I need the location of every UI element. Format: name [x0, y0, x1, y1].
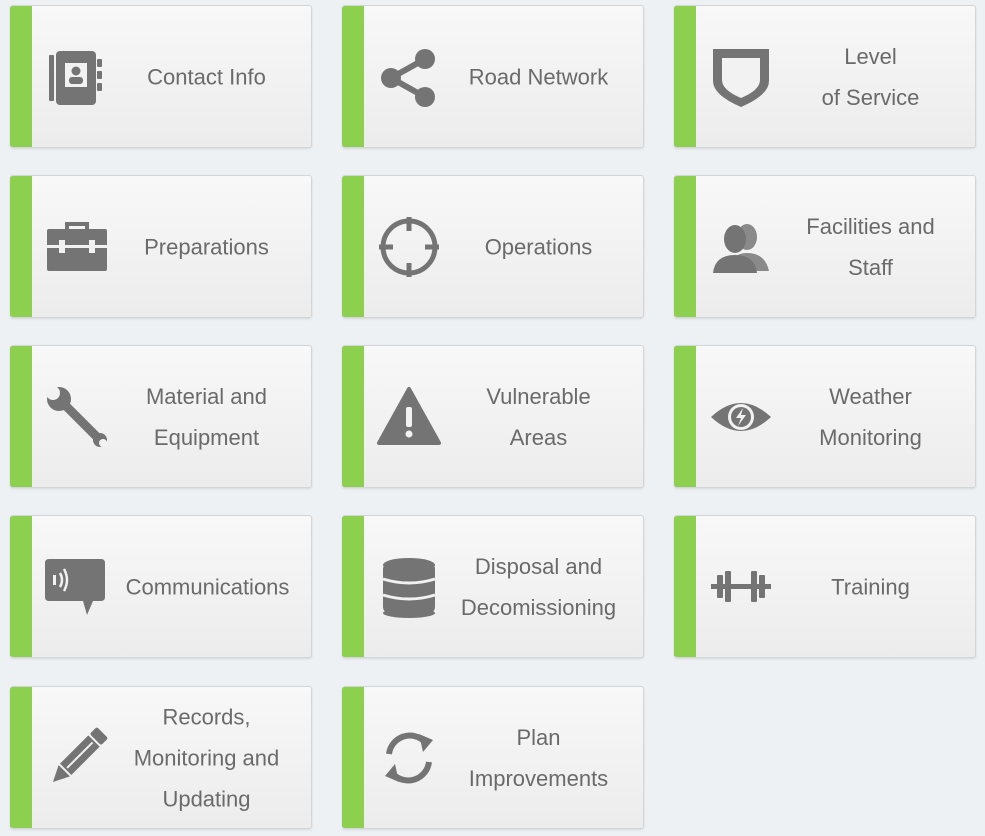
tile-label: Disposal and Decomissioning — [460, 553, 617, 620]
tile-training[interactable]: Training — [674, 515, 976, 658]
tile-accent-bar — [10, 346, 32, 487]
wrench-icon — [44, 384, 110, 450]
tile-accent-bar — [10, 516, 32, 657]
tile-plan-improvements[interactable]: Plan Improvements — [342, 686, 644, 829]
refresh-icon — [376, 725, 442, 791]
address-book-icon — [44, 44, 110, 110]
tile-label: Preparations — [144, 234, 269, 259]
database-icon — [376, 554, 442, 620]
users-icon — [708, 214, 774, 280]
pencil-icon — [44, 725, 110, 791]
tile-label: Contact Info — [147, 64, 266, 89]
tile-facilities-and-staff[interactable]: Facilities and Staff — [674, 175, 976, 318]
tile-label: Material and Equipment — [145, 383, 268, 450]
tile-label: Communications — [125, 574, 290, 599]
tile-level-of-service[interactable]: Level of Service — [674, 5, 976, 148]
tile-accent-bar — [674, 176, 696, 317]
warning-icon — [376, 384, 442, 450]
tile-preparations[interactable]: Preparations — [10, 175, 312, 318]
tile-accent-bar — [10, 6, 32, 147]
tile-accent-bar — [674, 6, 696, 147]
tile-accent-bar — [674, 516, 696, 657]
eye-bolt-icon — [708, 384, 774, 450]
tile-disposal-and-decomissioning[interactable]: Disposal and Decomissioning — [342, 515, 644, 658]
tile-accent-bar — [342, 346, 364, 487]
tile-contact-info[interactable]: Contact Info — [10, 5, 312, 148]
tile-label: Plan Improvements — [468, 724, 609, 791]
tile-accent-bar — [342, 516, 364, 657]
share-icon — [376, 44, 442, 110]
tile-accent-bar — [342, 6, 364, 147]
speech-bubble-icon — [42, 554, 108, 620]
tile-accent-bar — [10, 687, 32, 828]
tile-label: Road Network — [468, 64, 609, 89]
tile-label: Records, Monitoring and Updating — [133, 704, 280, 811]
tile-communications[interactable]: Communications — [10, 515, 312, 658]
tile-accent-bar — [10, 176, 32, 317]
tile-label: Weather Monitoring — [819, 383, 922, 450]
tile-accent-bar — [674, 346, 696, 487]
tile-accent-bar — [342, 687, 364, 828]
tile-operations[interactable]: Operations — [342, 175, 644, 318]
tile-records-monitoring-and-updating[interactable]: Records, Monitoring and Updating — [10, 686, 312, 829]
module-grid: Contact Info Road Network Level of Servi… — [0, 0, 985, 836]
tile-label: Training — [831, 574, 910, 599]
tile-vulnerable-areas[interactable]: Vulnerable Areas — [342, 345, 644, 488]
tile-accent-bar — [342, 176, 364, 317]
tile-label: Level of Service — [821, 43, 920, 110]
dumbbell-icon — [708, 554, 774, 620]
crosshair-icon — [376, 214, 442, 280]
tile-road-network[interactable]: Road Network — [342, 5, 644, 148]
tile-label: Vulnerable Areas — [486, 383, 591, 450]
tile-label: Facilities and Staff — [806, 213, 935, 280]
tile-material-and-equipment[interactable]: Material and Equipment — [10, 345, 312, 488]
shield-icon — [708, 44, 774, 110]
tile-weather-monitoring[interactable]: Weather Monitoring — [674, 345, 976, 488]
tile-label: Operations — [484, 234, 593, 259]
toolbox-icon — [44, 214, 110, 280]
